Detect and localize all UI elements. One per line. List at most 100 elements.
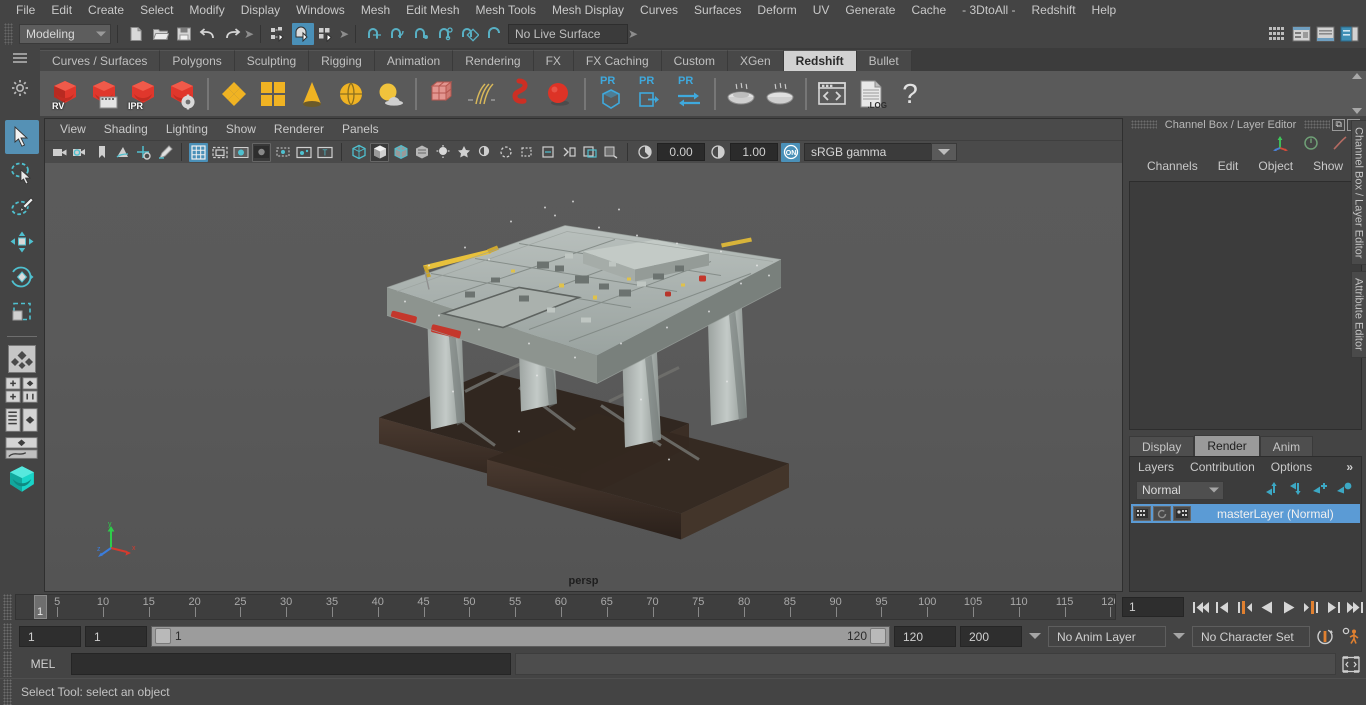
layer-tab-render[interactable]: Render — [1194, 435, 1260, 456]
viewport-menu-shading[interactable]: Shading — [95, 119, 157, 140]
open-scene-icon[interactable] — [149, 23, 171, 45]
shelf-item-redshift-proxy[interactable] — [423, 74, 461, 114]
menu-set-selector[interactable]: Modeling — [19, 24, 111, 44]
select-by-component-type-icon[interactable] — [316, 23, 338, 45]
shelf-item-redshift-volume[interactable] — [501, 74, 539, 114]
isolate-select-icon[interactable] — [559, 143, 578, 162]
character-set-field[interactable]: No Character Set — [1192, 625, 1310, 647]
paint-select-tool[interactable] — [5, 190, 39, 224]
go-to-end-button[interactable] — [1344, 596, 1366, 618]
layer-visibility-icon[interactable] — [1133, 506, 1151, 521]
color-management-dropdown-arrow[interactable] — [931, 143, 957, 161]
shelf-item-redshift-pr-swap[interactable]: PR — [670, 74, 708, 114]
menu-redshift[interactable]: Redshift — [1024, 0, 1084, 20]
animation-end-field[interactable]: 200 — [960, 625, 1022, 647]
layout-persp-graph-button[interactable] — [5, 435, 39, 461]
layer-tab-anim[interactable]: Anim — [1259, 436, 1314, 456]
select-by-object-type-icon[interactable] — [292, 23, 314, 45]
lasso-select-tool[interactable] — [5, 155, 39, 189]
shelf-tab-rendering[interactable]: Rendering — [453, 50, 534, 71]
shelf-item-redshift-script-editor[interactable] — [813, 74, 851, 114]
shelf-tab-sculpting[interactable]: Sculpting — [234, 50, 310, 71]
shelf-tab-curves-surfaces[interactable]: Curves / Surfaces — [40, 50, 161, 71]
save-scene-icon[interactable] — [173, 23, 195, 45]
shelf-item-redshift-pr-export[interactable]: PR — [631, 74, 669, 114]
menu-generate[interactable]: Generate — [837, 0, 903, 20]
camera-attributes-icon[interactable] — [71, 143, 90, 162]
shelf-tab-bullet[interactable]: Bullet — [856, 50, 912, 71]
channel-menu-show[interactable]: Show — [1313, 159, 1343, 173]
menu-edit-mesh[interactable]: Edit Mesh — [398, 0, 467, 20]
viewport-menu-lighting[interactable]: Lighting — [157, 119, 217, 140]
make-live-icon[interactable] — [483, 23, 505, 45]
shelf-item-redshift-ies-light[interactable] — [332, 74, 370, 114]
snap-to-projected-center-icon[interactable] — [435, 23, 457, 45]
shelf-item-redshift-material[interactable] — [215, 74, 253, 114]
show-particles-icon[interactable] — [294, 143, 313, 162]
shelf-item-redshift-dome-light[interactable] — [293, 74, 331, 114]
script-editor-button[interactable] — [1340, 653, 1362, 675]
create-layer-from-selected-icon[interactable] — [1336, 481, 1353, 499]
command-input-field[interactable] — [71, 653, 511, 675]
layer-refresh-icon[interactable] — [1153, 506, 1171, 521]
oil-rig-model[interactable] — [369, 192, 799, 545]
layer-menu-options[interactable]: Options — [1271, 460, 1312, 474]
channel-menu-object[interactable]: Object — [1258, 159, 1293, 173]
motion-blur-icon[interactable] — [517, 143, 536, 162]
shelf-item-redshift-log[interactable]: .LOG — [852, 74, 890, 114]
channel-menu-channels[interactable]: Channels — [1147, 159, 1198, 173]
range-end-field[interactable]: 120 — [894, 625, 956, 647]
shelf-item-redshift-sphere-light[interactable] — [540, 74, 578, 114]
time-slider-playhead[interactable]: 1 — [34, 595, 47, 619]
gamma-field[interactable]: 1.00 — [730, 143, 778, 161]
snap-to-curve-icon[interactable] — [387, 23, 409, 45]
viewport-menu-show[interactable]: Show — [217, 119, 265, 140]
create-new-layer-icon[interactable] — [1312, 481, 1329, 499]
layer-renderable-icon[interactable] — [1173, 506, 1191, 521]
new-scene-icon[interactable] — [125, 23, 147, 45]
redo-icon[interactable] — [221, 23, 243, 45]
shelf-item-redshift-ipr[interactable]: IPR — [124, 74, 162, 114]
use-default-lighting-icon[interactable] — [433, 143, 452, 162]
command-language-label[interactable]: MEL — [19, 657, 67, 671]
menu-uv[interactable]: UV — [805, 0, 838, 20]
shelf-item-redshift-texture[interactable] — [254, 74, 292, 114]
move-layer-down-icon[interactable] — [1288, 481, 1305, 499]
shelf-item-redshift-render-view[interactable]: RV — [46, 74, 84, 114]
shelf-item-redshift-bake[interactable] — [761, 74, 799, 114]
color-management-toggle-icon[interactable]: ON — [781, 142, 800, 162]
menu-curves[interactable]: Curves — [632, 0, 686, 20]
layer-menu-layers[interactable]: Layers — [1138, 460, 1174, 474]
render-stats-icon[interactable] — [1302, 135, 1320, 154]
shelf-tab-rigging[interactable]: Rigging — [309, 50, 375, 71]
time-slider-grip[interactable] — [3, 594, 12, 620]
layer-menu-contribution[interactable]: Contribution — [1190, 460, 1255, 474]
shelf-tab-polygons[interactable]: Polygons — [160, 50, 235, 71]
shelf-item-redshift-render-sequence[interactable] — [85, 74, 123, 114]
move-layer-up-icon[interactable] — [1264, 481, 1281, 499]
shelf-scroll-arrows[interactable] — [1350, 73, 1364, 114]
multisample-icon[interactable] — [538, 143, 557, 162]
range-bar[interactable]: 1 120 — [151, 625, 890, 647]
range-slider-grip[interactable] — [3, 623, 12, 649]
shelf-tab-fx-caching[interactable]: FX Caching — [573, 50, 662, 71]
shelf-tab-menu-icon[interactable] — [12, 52, 28, 67]
sidetab-attribute-editor[interactable]: Attribute Editor — [1350, 271, 1366, 359]
scale-tool[interactable] — [5, 295, 39, 329]
command-line-grip[interactable] — [3, 651, 12, 677]
shelf-tab-redshift[interactable]: Redshift — [783, 50, 857, 71]
auto-keyframe-toggle-button[interactable] — [1314, 625, 1336, 647]
status-line-grip[interactable] — [4, 23, 13, 45]
show-text-icon[interactable]: T — [315, 143, 334, 162]
viewport-menu-view[interactable]: View — [51, 119, 95, 140]
shelf-tab-fx[interactable]: FX — [533, 50, 574, 71]
animation-start-field[interactable]: 1 — [19, 625, 81, 647]
step-forward-key-button[interactable] — [1322, 596, 1344, 618]
exposure-control-icon[interactable] — [273, 143, 292, 162]
chevron-up-icon[interactable] — [1352, 73, 1362, 79]
viewport-menu-panels[interactable]: Panels — [333, 119, 388, 140]
shelf-tab-xgen[interactable]: XGen — [727, 50, 784, 71]
show-hide-tool-settings-icon[interactable] — [1315, 23, 1337, 45]
menu-edit[interactable]: Edit — [43, 0, 80, 20]
menu-mesh[interactable]: Mesh — [353, 0, 398, 20]
